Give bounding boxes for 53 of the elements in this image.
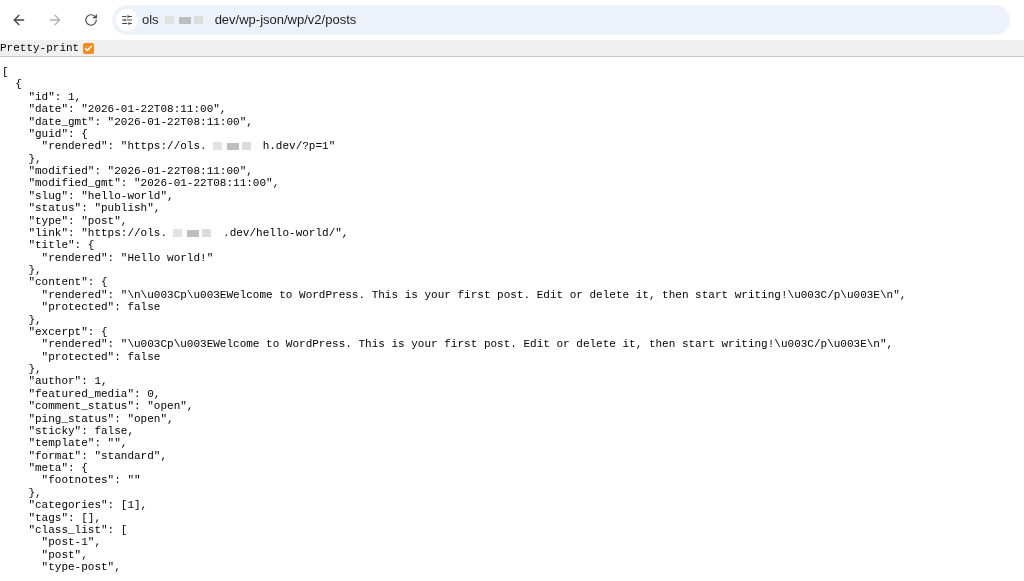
checkmark-icon <box>84 43 94 53</box>
code-line: "title": { <box>27 239 95 252</box>
code-line: "status": "publish", <box>27 202 161 215</box>
code-line: "rendered": "Hello world!" <box>40 251 214 264</box>
code-line: "type": "post", <box>27 214 128 227</box>
sliders-icon <box>121 14 133 26</box>
code-line: "excerpt": { <box>27 325 108 338</box>
code-line: "type-post", <box>40 561 121 573</box>
code-line: "tags": [], <box>27 511 102 524</box>
code-line: "date": "2026-01-22T08:11:00", <box>27 103 227 116</box>
code-line: "author": 1, <box>27 375 108 388</box>
code-line: [ <box>2 66 9 78</box>
code-line: "format": "standard", <box>27 449 168 462</box>
code-line: "id": 1, <box>27 90 82 103</box>
code-line: "rendered": "\n\u003Cp\u003EWelcome to WordPress. This is your first post. Edit or delete it, then start writing!\u003C/p\u003E\n", <box>40 288 907 301</box>
code-line: "link": "https://ols. <box>27 226 168 240</box>
code-line: { <box>14 78 22 91</box>
code-line: "template": "", <box>27 437 128 450</box>
code-line: "date_gmt": "2026-01-22T08:11:00", <box>27 115 253 128</box>
pretty-print-label: Pretty-print <box>0 40 80 56</box>
code-line: "class_list": [ <box>27 523 128 536</box>
url-path-text: dev/wp-json/wp/v2/posts <box>214 11 357 30</box>
code-line: h.dev/?p=1" <box>262 140 336 153</box>
code-line: }, <box>27 486 42 499</box>
code-line: "comment_status": "open", <box>27 400 194 413</box>
pretty-print-checkbox[interactable] <box>83 42 95 54</box>
code-line: "footnotes": "" <box>40 474 141 487</box>
code-line: "rendered": "https://ols. <box>40 140 207 153</box>
code-line: "ping_status": "open", <box>27 412 174 425</box>
code-line: "post-1", <box>40 536 102 549</box>
code-line: "sticky": false, <box>27 424 135 437</box>
address-bar[interactable]: ols dev/wp-json/wp/v2/posts <box>112 5 1010 35</box>
code-line: "categories": [1], <box>27 499 148 512</box>
code-line: "slug": "hello-world", <box>27 189 174 202</box>
site-info-button[interactable] <box>116 9 138 31</box>
code-line: "content": { <box>27 276 108 289</box>
code-line: .dev/hello-world/", <box>223 226 349 240</box>
code-line: "modified_gmt": "2026-01-22T08:11:00", <box>27 177 280 190</box>
code-line: }, <box>27 264 42 276</box>
code-line: "protected": false <box>40 301 161 314</box>
forward-arrow-icon <box>47 12 63 28</box>
code-line: "meta": { <box>27 462 88 474</box>
code-line: "protected": false <box>40 350 161 363</box>
code-line: }, <box>27 363 42 375</box>
code-line: "featured_media": 0, <box>27 387 161 400</box>
code-line: "rendered": "\u003Cp\u003EWelcome to WordPress. This is your first post. Edit or delete it, then start writing!\u003C/p\u003E\n", <box>40 338 894 351</box>
reload-icon <box>84 13 98 27</box>
code-line: "post", <box>40 548 88 561</box>
code-line: }, <box>27 152 42 165</box>
code-line: "guid": { <box>27 127 88 140</box>
code-line: "modified": "2026-01-22T08:11:00", <box>27 165 253 177</box>
code-line: }, <box>27 313 42 326</box>
url-host-text: ols <box>142 11 159 30</box>
